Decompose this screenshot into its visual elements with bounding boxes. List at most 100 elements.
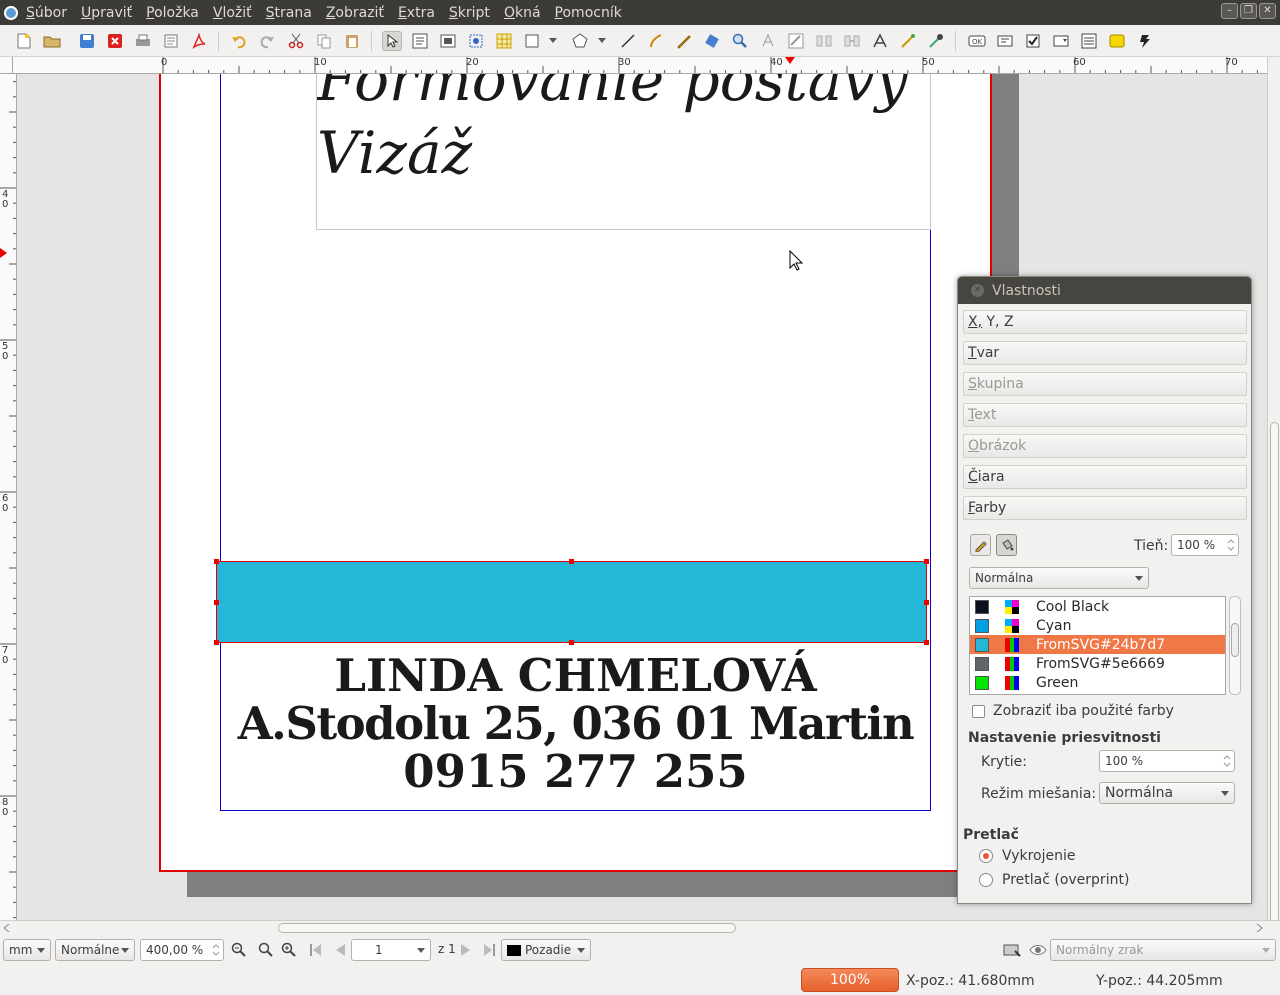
opacity-spinbox[interactable]: 100 % <box>1099 750 1235 772</box>
resize-handle[interactable] <box>569 559 574 564</box>
copy-icon[interactable] <box>314 31 334 51</box>
headline-text-frame[interactable]: Formovanie postavy Vizáž <box>316 74 931 230</box>
section-shape[interactable]: Tvar <box>963 341 1247 365</box>
edit-line-color-button[interactable] <box>970 534 991 556</box>
story-editor-icon[interactable] <box>786 31 806 51</box>
list-item[interactable]: Cyan <box>970 616 1225 635</box>
scroll-right-icon[interactable] <box>1255 924 1263 932</box>
paste-icon[interactable] <box>342 31 362 51</box>
list-item[interactable]: FromSVG#5e6669 <box>970 654 1225 673</box>
menu-script[interactable]: Skript <box>447 5 492 21</box>
color-list[interactable]: Cool Black Cyan FromSVG#24b7d7 FromSVG#5… <box>969 596 1226 695</box>
pdf-list-box-icon[interactable] <box>1079 31 1099 51</box>
list-item-selected[interactable]: FromSVG#24b7d7 <box>970 635 1225 654</box>
bezier-icon[interactable] <box>646 31 666 51</box>
first-page-icon[interactable] <box>306 940 326 960</box>
overprint-radio[interactable] <box>979 873 993 887</box>
spin-arrows-icon[interactable] <box>212 943 220 957</box>
pdf-push-button-icon[interactable]: OK <box>967 31 987 51</box>
next-page-icon[interactable] <box>456 940 476 960</box>
menu-item[interactable]: Položka <box>144 5 201 21</box>
zoom-in-icon[interactable] <box>279 940 299 960</box>
rotate-icon[interactable] <box>702 31 722 51</box>
pdf-export-icon[interactable] <box>189 31 209 51</box>
vertical-scrollbar[interactable] <box>1267 57 1280 942</box>
redo-icon[interactable] <box>257 31 277 51</box>
undo-icon[interactable] <box>229 31 249 51</box>
horizontal-ruler[interactable]: 0 10 20 30 40 50 60 70 <box>13 57 1267 74</box>
spin-arrows-icon[interactable] <box>1223 754 1231 768</box>
vertical-ruler[interactable]: 4 0 5 0 6 0 7 0 8 0 <box>0 74 17 920</box>
zoom-spinbox[interactable]: 400,00 % <box>140 939 224 961</box>
resize-handle[interactable] <box>214 559 219 564</box>
menu-windows[interactable]: Okná <box>502 5 543 21</box>
measure-icon[interactable] <box>870 31 890 51</box>
horizontal-scrollbar[interactable] <box>0 920 1280 935</box>
pdf-combo-box-icon[interactable] <box>1051 31 1071 51</box>
select-tool-icon[interactable] <box>382 31 402 51</box>
text-frame-icon[interactable] <box>410 31 430 51</box>
preflight-icon[interactable] <box>161 31 181 51</box>
list-item[interactable]: Green <box>970 673 1225 692</box>
panel-titlebar[interactable]: ✕ Vlastnosti <box>958 277 1251 304</box>
pdf-checkbox-icon[interactable] <box>1023 31 1043 51</box>
menu-view[interactable]: Zobraziť <box>324 5 386 21</box>
link-frames-icon[interactable] <box>814 31 834 51</box>
print-icon[interactable] <box>133 31 153 51</box>
render-frame-icon[interactable] <box>466 31 486 51</box>
blend-mode-select[interactable]: Normálna <box>1099 782 1235 804</box>
zoom-100-icon[interactable] <box>256 940 276 960</box>
menu-page[interactable]: Strana <box>264 5 314 21</box>
section-line[interactable]: Čiara <box>963 465 1247 489</box>
table-icon[interactable] <box>494 31 514 51</box>
eye-icon[interactable] <box>1028 940 1048 960</box>
scrollbar-thumb[interactable] <box>1231 623 1239 657</box>
new-document-icon[interactable] <box>14 31 34 51</box>
close-icon[interactable]: ✕ <box>1259 3 1276 19</box>
pdf-annotation-icon[interactable] <box>1107 31 1127 51</box>
menu-help[interactable]: Pomocník <box>553 5 624 21</box>
pdf-link-icon[interactable] <box>1135 31 1155 51</box>
visual-appearance-select[interactable]: Normálny zrak <box>1050 939 1276 961</box>
knockout-radio[interactable] <box>979 849 993 863</box>
contact-text-frame[interactable]: LINDA CHMELOVÁ A.Stodolu 25, 036 01 Mart… <box>220 645 931 811</box>
resize-handle[interactable] <box>924 559 929 564</box>
shape-dropdown-icon[interactable] <box>547 31 559 51</box>
edit-text-icon[interactable] <box>758 31 778 51</box>
resize-handle[interactable] <box>924 600 929 605</box>
unlink-frames-icon[interactable] <box>842 31 862 51</box>
shade-spinbox[interactable]: 100 % <box>1171 534 1239 556</box>
previous-page-icon[interactable] <box>330 940 350 960</box>
section-xyz[interactable]: X, Y, Z <box>963 310 1247 334</box>
preview-mode-icon[interactable] <box>1002 940 1022 960</box>
resize-handle[interactable] <box>214 600 219 605</box>
last-page-icon[interactable] <box>479 940 499 960</box>
image-frame-icon[interactable] <box>438 31 458 51</box>
shape-icon[interactable] <box>522 31 542 51</box>
image-quality-select[interactable]: Normálne <box>55 939 135 961</box>
open-folder-icon[interactable] <box>42 31 62 51</box>
spin-arrows-icon[interactable] <box>1227 538 1235 552</box>
list-item[interactable]: Cool Black <box>970 597 1225 616</box>
zoom-icon[interactable] <box>730 31 750 51</box>
polygon-dropdown-icon[interactable] <box>596 31 608 51</box>
zoom-out-icon[interactable] <box>229 940 249 960</box>
resize-handle[interactable] <box>214 640 219 645</box>
unit-select[interactable]: mm <box>3 939 51 961</box>
page-number-select[interactable]: 1 <box>351 939 431 961</box>
save-icon[interactable] <box>77 31 97 51</box>
restore-icon[interactable]: ❐ <box>1240 3 1257 19</box>
minimize-icon[interactable]: – <box>1221 3 1238 19</box>
eyedropper-icon[interactable] <box>926 31 946 51</box>
cyan-band[interactable] <box>214 559 929 645</box>
menu-file[interactable]: Súbor <box>24 5 69 21</box>
line-icon[interactable] <box>618 31 638 51</box>
scrollbar-thumb[interactable] <box>1270 422 1279 942</box>
menu-extras[interactable]: Extra <box>396 5 437 21</box>
panel-close-icon[interactable]: ✕ <box>971 284 984 297</box>
show-used-checkbox[interactable] <box>972 705 985 718</box>
cut-icon[interactable] <box>286 31 306 51</box>
scrollbar-thumb[interactable] <box>278 923 736 933</box>
edit-fill-color-button[interactable] <box>996 534 1017 556</box>
freehand-icon[interactable] <box>674 31 694 51</box>
